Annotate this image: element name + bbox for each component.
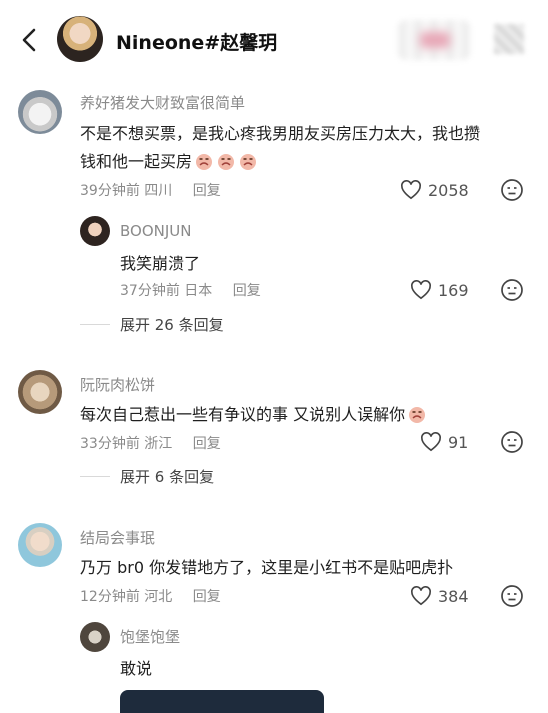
blurred-follow-button[interactable]	[398, 20, 470, 60]
comment-avatar[interactable]	[18, 90, 62, 134]
like-count: 169	[438, 280, 469, 300]
heart-icon	[421, 432, 441, 452]
blurred-share-icon[interactable]	[494, 24, 524, 54]
dislike-face-icon[interactable]	[500, 584, 524, 608]
comment-location: 四川	[144, 183, 173, 199]
expand-replies-button[interactable]: 展开 26 条回复	[120, 314, 224, 335]
like-count: 384	[438, 586, 469, 606]
heart-icon	[411, 586, 431, 606]
comment-text: 乃万 br0 你发错地方了，这里是小红书不是贴吧虎扑	[80, 558, 454, 577]
comment-username[interactable]: 阮阮肉松饼	[80, 374, 155, 395]
like-count: 91	[448, 432, 469, 452]
back-arrow-icon[interactable]	[16, 24, 44, 56]
comment-text: 不是不想买票，是我心疼我男朋友买房压力太大，我也攒钱和他一起买房	[80, 120, 480, 176]
expand-replies-button[interactable]: 展开 6 条回复	[120, 466, 214, 487]
comment-username[interactable]: 结局会事珉	[80, 527, 155, 548]
like-button[interactable]: 91	[420, 430, 468, 454]
heart-icon	[401, 180, 421, 200]
reply-username[interactable]: BOONJUN	[120, 222, 191, 240]
profile-name[interactable]: Nineone#赵馨玥	[116, 28, 277, 55]
comment-meta: 33分钟前 浙江 回复	[80, 433, 221, 453]
comment-location: 河北	[144, 589, 173, 605]
reply-location: 日本	[184, 283, 213, 299]
reply-time: 37分钟前	[120, 283, 180, 299]
expand-divider	[80, 476, 110, 477]
bottom-media-card[interactable]	[120, 690, 324, 713]
comment-username[interactable]: 养好猪发大财致富很简单	[80, 92, 245, 113]
like-button[interactable]: 384	[410, 584, 469, 608]
comment-location: 浙江	[144, 436, 173, 452]
heart-icon	[411, 280, 431, 300]
crying-face-icon	[240, 154, 257, 170]
reply-username[interactable]: 饱堡饱堡	[120, 626, 180, 647]
comment-avatar[interactable]	[18, 370, 62, 414]
comment-text-line: 不是不想买票，是我心疼我男朋友买房压力太大，我也攒钱和他一起买房	[80, 124, 481, 171]
reply-button[interactable]: 回复	[193, 436, 221, 452]
profile-avatar[interactable]	[57, 16, 103, 62]
reply-button[interactable]: 回复	[193, 589, 221, 605]
crying-face-icon	[218, 154, 235, 170]
comment-time: 33分钟前	[80, 436, 140, 452]
crying-face-icon	[409, 407, 426, 423]
comment-text-line: 每次自己惹出一些有争议的事 又说别人误解你	[80, 405, 427, 424]
comment-time: 12分钟前	[80, 589, 140, 605]
reply-button[interactable]: 回复	[233, 283, 261, 299]
comment-meta: 12分钟前 河北 回复	[80, 586, 221, 606]
expand-divider	[80, 324, 110, 325]
reply-button[interactable]: 回复	[193, 183, 221, 199]
comment-text: 每次自己惹出一些有争议的事 又说别人误解你	[80, 401, 427, 425]
reply-text: 我笑崩溃了	[120, 254, 201, 273]
reply-text: 敢说	[120, 659, 153, 678]
comment-avatar[interactable]	[18, 523, 62, 567]
comment-meta: 39分钟前 四川 回复	[80, 180, 221, 200]
like-count: 2058	[428, 180, 469, 200]
like-button[interactable]: 169	[410, 278, 469, 302]
dislike-face-icon[interactable]	[500, 178, 524, 202]
comment-time: 39分钟前	[80, 183, 140, 199]
dislike-face-icon[interactable]	[500, 278, 524, 302]
reply-avatar[interactable]	[80, 622, 110, 652]
like-button[interactable]: 2058	[400, 178, 469, 202]
reply-avatar[interactable]	[80, 216, 110, 246]
top-bar: Nineone#赵馨玥	[0, 0, 548, 80]
crying-face-icon	[196, 154, 213, 170]
reply-meta: 37分钟前 日本 回复	[120, 280, 261, 300]
dislike-face-icon[interactable]	[500, 430, 524, 454]
